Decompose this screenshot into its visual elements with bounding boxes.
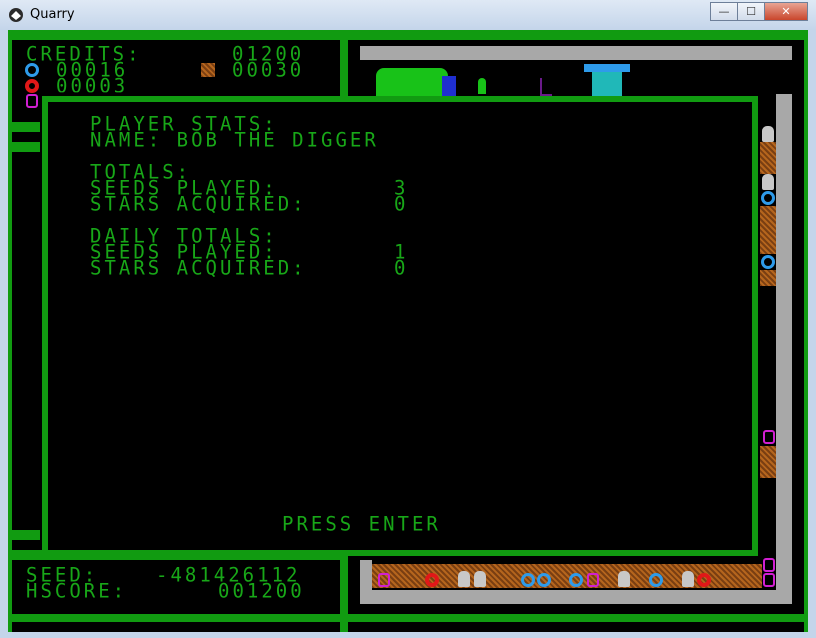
rock-item [762, 174, 774, 190]
dirt-count: 00030 [232, 58, 305, 82]
key-icon [763, 430, 775, 444]
frame-left [8, 30, 12, 632]
hscore-value: 001200 [218, 579, 305, 603]
key-icon [587, 573, 599, 587]
window-titlebar: Quarry — ☐ ✕ [0, 0, 816, 31]
maximize-button[interactable]: ☐ [737, 2, 765, 21]
elevator-top [584, 64, 630, 72]
blue-gem-icon [761, 191, 775, 205]
minimize-button[interactable]: — [710, 2, 738, 21]
dirt-icon [201, 63, 215, 77]
rock-item [458, 571, 470, 587]
rock-item [682, 571, 694, 587]
shop-building [376, 68, 448, 96]
dirt-block [760, 206, 776, 254]
app-icon [9, 8, 23, 22]
blue-gem-icon [537, 573, 551, 587]
dirt-block [760, 270, 776, 286]
playfield-wall-left [360, 560, 372, 604]
shop-door [442, 76, 456, 96]
window-frame-left [0, 30, 8, 638]
playfield-wall-right [776, 94, 792, 604]
close-button[interactable]: ✕ [764, 2, 808, 21]
key-icon [763, 573, 775, 587]
stars-acquired-value: 0 [394, 192, 409, 216]
blue-gem-icon [25, 63, 39, 77]
dirt-block [760, 446, 776, 478]
blue-gem-icon [569, 573, 583, 587]
window-title: Quarry [30, 7, 75, 22]
blue-gem-icon [761, 255, 775, 269]
stars-acquired-label: STARS ACQUIRED: [90, 192, 307, 216]
window-frame-bottom [0, 632, 816, 638]
plant-sprite [540, 78, 552, 96]
blue-gem-icon [649, 573, 663, 587]
player-name: NAME: BOB THE DIGGER [90, 128, 379, 152]
elevator-shaft [592, 72, 622, 96]
game-screen[interactable]: CREDITS: 01200 00016 00030 00003 SEED: -… [8, 30, 808, 632]
key-icon [763, 558, 775, 572]
key-icon [378, 573, 390, 587]
miner-player [478, 78, 486, 94]
daily-stars-acquired-label: STARS ACQUIRED: [90, 256, 307, 280]
hscore-label: HSCORE: [26, 579, 128, 603]
press-enter-prompt[interactable]: PRESS ENTER [282, 514, 441, 534]
key-icon [26, 94, 38, 108]
frame-right [804, 30, 808, 632]
playfield-ceiling [360, 46, 792, 60]
red-gem-icon [697, 573, 711, 587]
window-frame-right [808, 30, 816, 638]
left-separator-3 [12, 530, 40, 540]
player-stats-dialog: PLAYER STATS: NAME: BOB THE DIGGER TOTAL… [42, 96, 758, 556]
left-separator-2 [12, 142, 40, 152]
red-count: 00003 [56, 77, 129, 93]
frame-bottom [8, 614, 808, 622]
rock-item [618, 571, 630, 587]
red-gem-icon [425, 573, 439, 587]
blue-count: 00016 [56, 58, 129, 82]
blue-gem-icon [521, 573, 535, 587]
rock-item [762, 126, 774, 142]
dirt-block [760, 142, 776, 174]
playfield-floor [360, 590, 792, 604]
daily-stars-acquired-value: 0 [394, 256, 409, 280]
red-gem-icon [25, 79, 39, 93]
rock-item [474, 571, 486, 587]
left-separator-1 [12, 122, 40, 132]
frame-top [8, 30, 808, 40]
